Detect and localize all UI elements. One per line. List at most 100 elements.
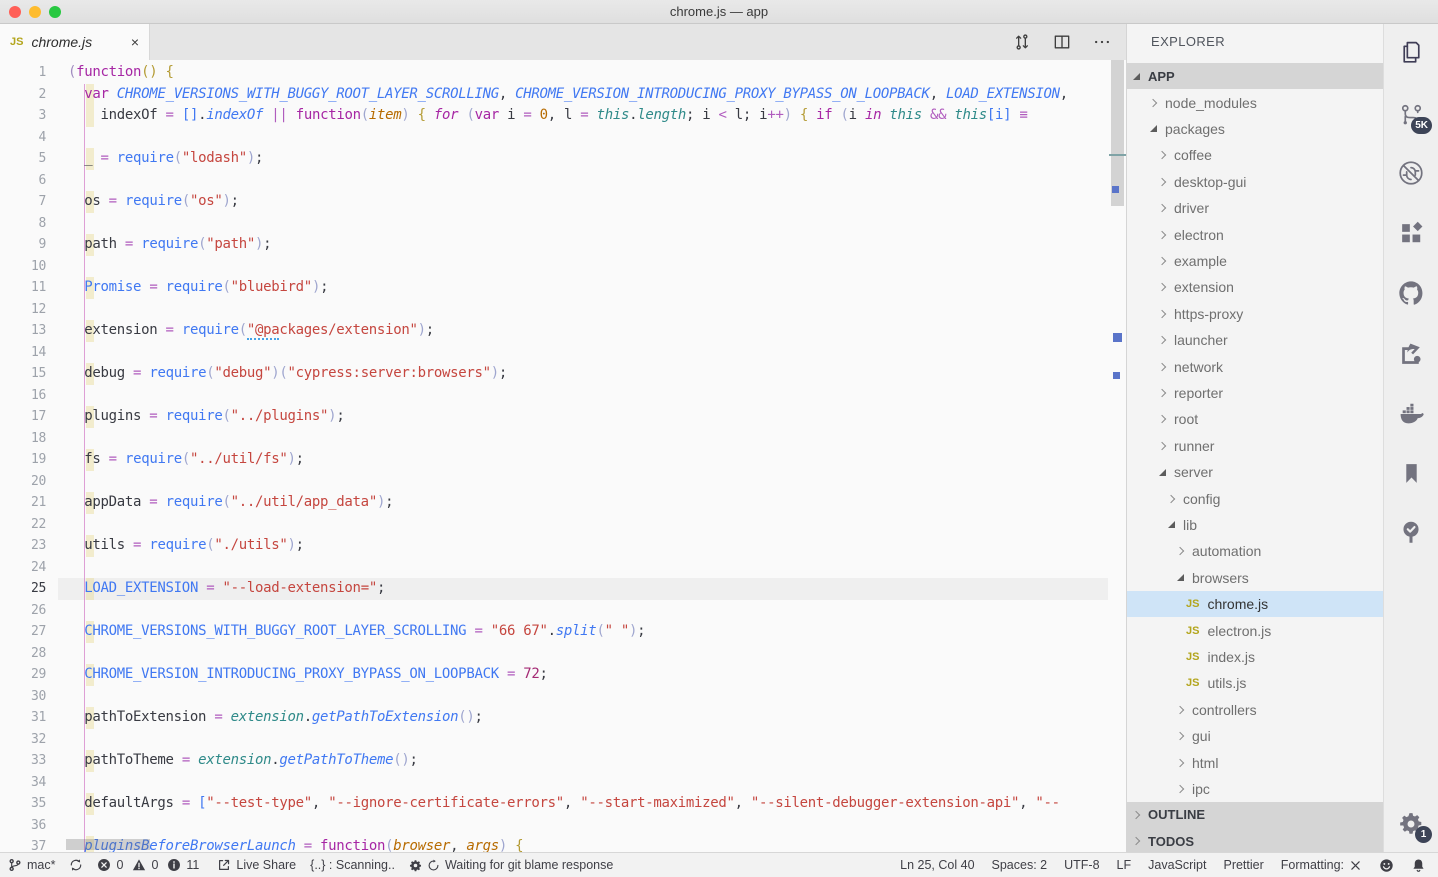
code-line[interactable]: var CHROME_VERSIONS_WITH_BUGGY_ROOT_LAYE…: [68, 84, 1076, 106]
chevron-expanded-icon[interactable]: [1159, 469, 1166, 476]
line-number[interactable]: 24: [0, 557, 46, 579]
file-item-electron-js[interactable]: JSelectron.js: [1127, 617, 1383, 643]
file-item-index-js[interactable]: JSindex.js: [1127, 644, 1383, 670]
code-line[interactable]: appData = require("../util/app_data");: [68, 492, 393, 514]
encoding[interactable]: UTF-8: [1064, 858, 1099, 872]
folder-item-network[interactable]: network: [1127, 353, 1383, 379]
code-line[interactable]: CHROME_VERSION_INTRODUCING_PROXY_BYPASS_…: [68, 664, 548, 686]
line-number[interactable]: 37: [0, 836, 46, 852]
code-line[interactable]: os = require("os");: [68, 191, 239, 213]
git-branch-status[interactable]: mac*: [8, 858, 55, 872]
line-number[interactable]: 34: [0, 772, 46, 794]
chevron-collapsed-icon[interactable]: [1158, 283, 1166, 291]
source-control-icon[interactable]: 5K: [1384, 98, 1438, 132]
chevron-collapsed-icon[interactable]: [1176, 732, 1184, 740]
line-number[interactable]: 31: [0, 707, 46, 729]
file-item-chrome-js[interactable]: JSchrome.js: [1127, 591, 1383, 617]
line-number[interactable]: 4: [0, 127, 46, 149]
folder-item-reporter[interactable]: reporter: [1127, 380, 1383, 406]
line-number[interactable]: 13: [0, 320, 46, 342]
line-number[interactable]: 20: [0, 471, 46, 493]
line-number[interactable]: 27: [0, 621, 46, 643]
chevron-collapsed-icon[interactable]: [1176, 706, 1184, 714]
chevron-collapsed-icon[interactable]: [1158, 257, 1166, 265]
code-line[interactable]: (function() {: [68, 62, 174, 84]
code-line[interactable]: Promise = require("bluebird");: [68, 277, 328, 299]
line-number[interactable]: 33: [0, 750, 46, 772]
docker-icon[interactable]: [1384, 396, 1438, 430]
line-number[interactable]: 15: [0, 363, 46, 385]
files-icon[interactable]: [1384, 35, 1438, 69]
code-line[interactable]: utils = require("./utils");: [68, 535, 304, 557]
folder-item-desktop-gui[interactable]: desktop-gui: [1127, 169, 1383, 195]
line-number[interactable]: 6: [0, 170, 46, 192]
code-line[interactable]: plugins = require("../plugins");: [68, 406, 344, 428]
chevron-collapsed-icon[interactable]: [1158, 204, 1166, 212]
code-line[interactable]: defaultArgs = ["--test-type", "--ignore-…: [68, 793, 1060, 815]
code-line[interactable]: pathToExtension = extension.getPathToExt…: [68, 707, 483, 729]
folder-item-launcher[interactable]: launcher: [1127, 327, 1383, 353]
chevron-expanded-icon[interactable]: [1150, 125, 1157, 132]
section-header-app[interactable]: APP: [1127, 63, 1383, 89]
split-editor-icon[interactable]: [1052, 32, 1072, 52]
chevron-collapsed-icon[interactable]: [1158, 178, 1166, 186]
line-number[interactable]: 10: [0, 256, 46, 278]
code-editor[interactable]: 1(function() {2 var CHROME_VERSIONS_WITH…: [0, 60, 1126, 852]
prettier[interactable]: Prettier: [1223, 858, 1263, 872]
line-number[interactable]: 22: [0, 514, 46, 536]
more-actions-icon[interactable]: [1092, 32, 1112, 52]
line-number[interactable]: 23: [0, 535, 46, 557]
chevron-collapsed-icon[interactable]: [1132, 811, 1140, 819]
chevron-expanded-icon[interactable]: [1133, 73, 1140, 80]
code-line[interactable]: extension = require("@packages/extension…: [68, 320, 434, 342]
chevron-collapsed-icon[interactable]: [1176, 547, 1184, 555]
compare-changes-icon[interactable]: [1012, 32, 1032, 52]
share-icon[interactable]: [1384, 336, 1438, 370]
folder-item-example[interactable]: example: [1127, 248, 1383, 274]
cursor-position[interactable]: Ln 25, Col 40: [900, 858, 974, 872]
code-line[interactable]: indexOf = [].indexOf || function(item) {…: [68, 105, 1028, 127]
git-blame-status[interactable]: Waiting for git blame response: [409, 858, 613, 872]
folder-item-automation[interactable]: automation: [1127, 538, 1383, 564]
chevron-expanded-icon[interactable]: [1168, 521, 1175, 528]
line-number[interactable]: 3: [0, 105, 46, 127]
folder-item-extension[interactable]: extension: [1127, 274, 1383, 300]
feedback[interactable]: [1379, 858, 1394, 873]
chevron-collapsed-icon[interactable]: [1167, 494, 1175, 502]
debug-disabled-icon[interactable]: [1384, 156, 1438, 190]
chevron-collapsed-icon[interactable]: [1176, 785, 1184, 793]
line-number[interactable]: 7: [0, 191, 46, 213]
folder-item-html[interactable]: html: [1127, 749, 1383, 775]
code-line[interactable]: _ = require("lodash");: [68, 148, 263, 170]
line-number[interactable]: 30: [0, 686, 46, 708]
problems[interactable]: 0011: [97, 858, 203, 872]
line-number[interactable]: 29: [0, 664, 46, 686]
tab-chrome-js[interactable]: JS chrome.js ×: [0, 24, 150, 60]
line-number[interactable]: 21: [0, 492, 46, 514]
folder-item-ipc[interactable]: ipc: [1127, 776, 1383, 802]
line-number[interactable]: 11: [0, 277, 46, 299]
folder-item-controllers[interactable]: controllers: [1127, 697, 1383, 723]
folder-item-server[interactable]: server: [1127, 459, 1383, 485]
language-mode[interactable]: JavaScript: [1148, 858, 1206, 872]
code-line[interactable]: pathToTheme = extension.getPathToTheme()…: [68, 750, 418, 772]
line-number[interactable]: 35: [0, 793, 46, 815]
line-number[interactable]: 18: [0, 428, 46, 450]
line-number[interactable]: 9: [0, 234, 46, 256]
vertical-scrollbar-thumb[interactable]: [1111, 60, 1124, 206]
chevron-collapsed-icon[interactable]: [1158, 151, 1166, 159]
folder-item-lib[interactable]: lib: [1127, 512, 1383, 538]
line-number[interactable]: 25: [0, 578, 46, 600]
chevron-collapsed-icon[interactable]: [1158, 230, 1166, 238]
folder-item-gui[interactable]: gui: [1127, 723, 1383, 749]
folder-item-coffee[interactable]: coffee: [1127, 142, 1383, 168]
line-number[interactable]: 14: [0, 342, 46, 364]
scanning-status[interactable]: {..} : Scanning..: [310, 858, 395, 872]
chevron-collapsed-icon[interactable]: [1158, 415, 1166, 423]
code-line[interactable]: fs = require("../util/fs");: [68, 449, 304, 471]
extensions-icon[interactable]: [1384, 216, 1438, 250]
bookmark-icon[interactable]: [1384, 456, 1438, 490]
test-tree-icon[interactable]: [1384, 516, 1438, 550]
folder-item-https-proxy[interactable]: https-proxy: [1127, 301, 1383, 327]
folder-item-node-modules[interactable]: node_modules: [1127, 89, 1383, 115]
